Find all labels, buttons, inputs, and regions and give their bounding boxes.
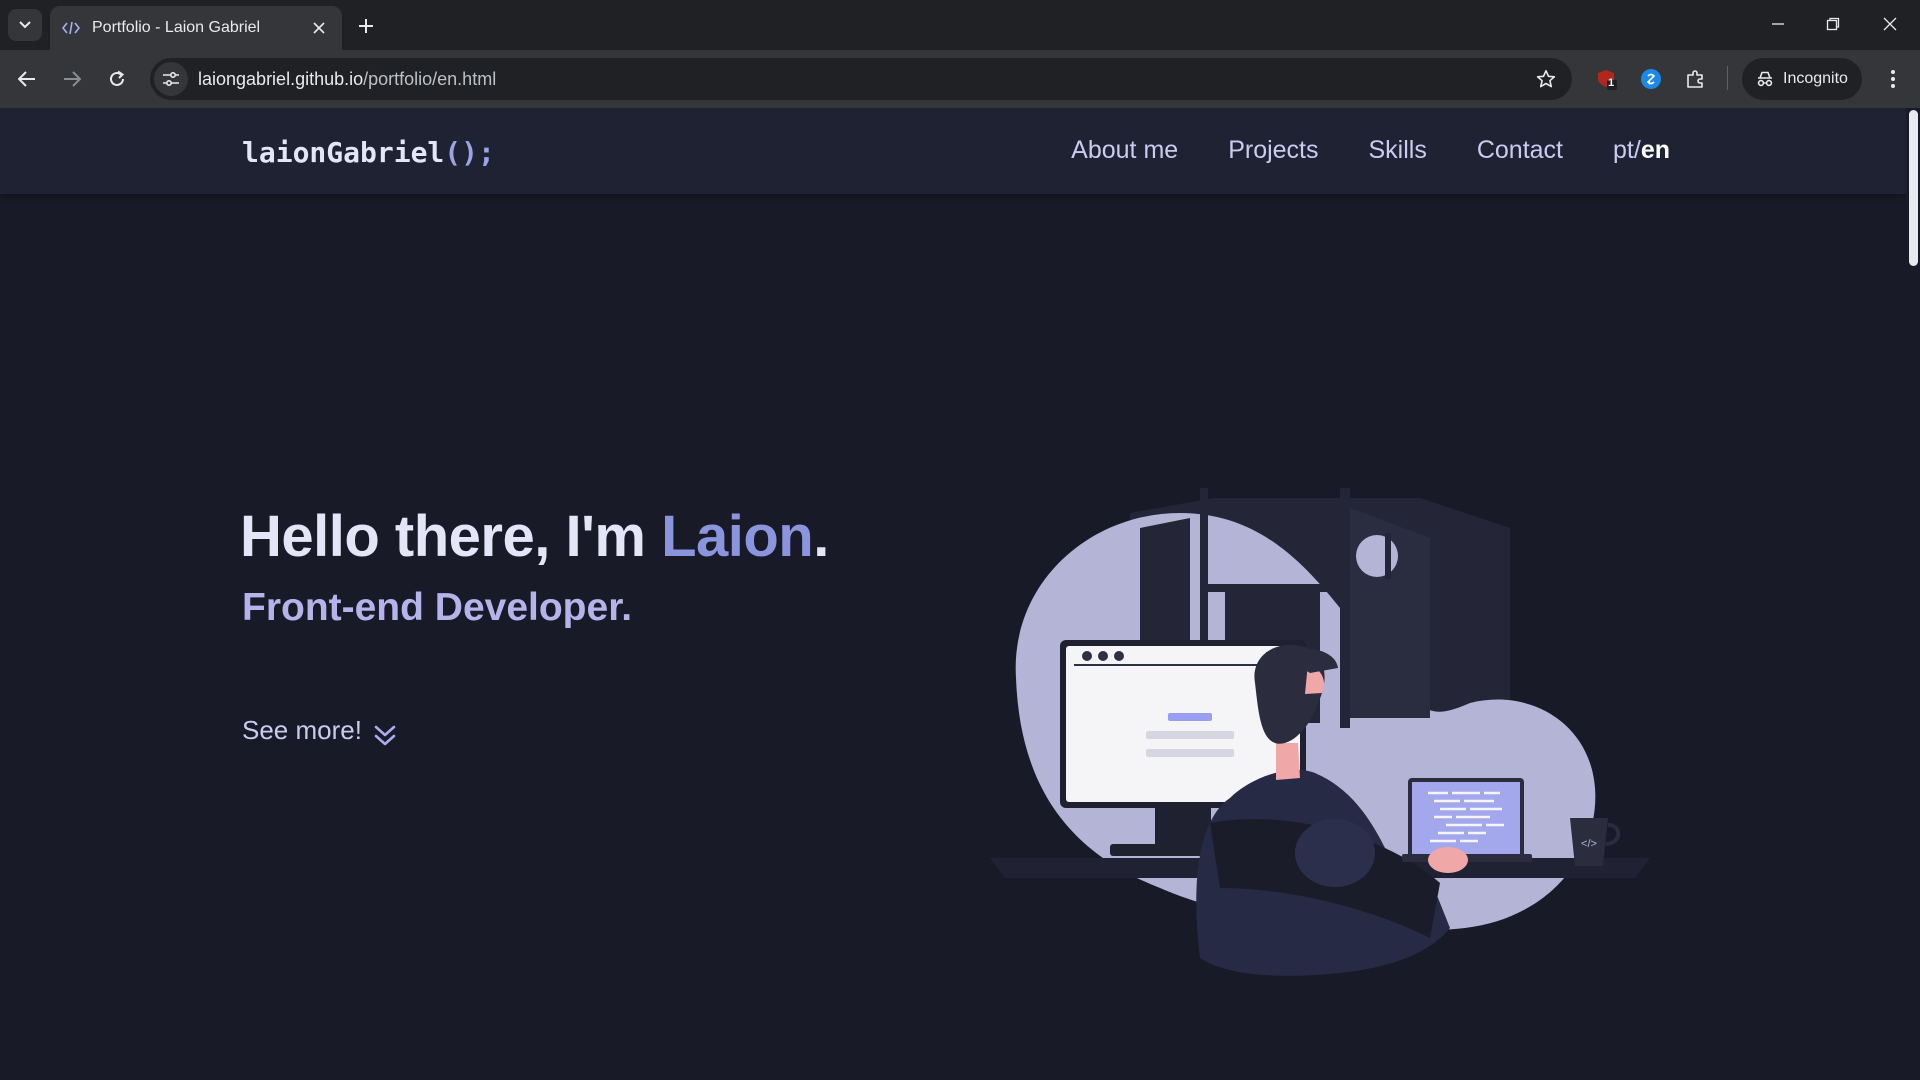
shazam-icon: [1641, 69, 1661, 89]
language-switcher: pt/en: [1613, 136, 1670, 165]
plus-icon: [359, 19, 373, 33]
mug-code-label: </>: [1581, 838, 1597, 850]
more-vert-icon: [1891, 70, 1895, 88]
incognito-indicator[interactable]: Incognito: [1742, 58, 1862, 100]
close-icon: [313, 22, 325, 34]
close-icon: [1883, 17, 1897, 31]
extension-shazam-button[interactable]: [1636, 64, 1666, 94]
page-scrollbar[interactable]: [1906, 108, 1920, 1080]
double-chevron-down-icon: [374, 725, 396, 746]
arrow-right-icon: [64, 71, 81, 87]
nav-projects[interactable]: Projects: [1228, 136, 1318, 165]
tab-title: Portfolio - Laion Gabriel: [92, 19, 261, 36]
code-icon: [62, 19, 80, 37]
tune-icon: [163, 71, 179, 87]
developer-illustration: </>: [990, 488, 1650, 976]
site-info-button[interactable]: [154, 62, 188, 96]
page-viewport: laionGabriel(); About me Projects Skills…: [0, 108, 1920, 1080]
incognito-label: Incognito: [1783, 70, 1848, 87]
url-text: laiongabriel.github.io/portfolio/en.html: [198, 69, 496, 90]
nav-contact[interactable]: Contact: [1477, 136, 1563, 165]
address-bar[interactable]: laiongabriel.github.io/portfolio/en.html: [150, 58, 1572, 100]
url-path: /portfolio/en.html: [363, 68, 497, 89]
tab-search-button[interactable]: [8, 9, 42, 41]
lang-en-current: en: [1640, 136, 1670, 164]
browser-tabstrip: Portfolio - Laion Gabriel: [0, 0, 1920, 50]
restore-button[interactable]: [1805, 6, 1861, 42]
new-tab-button[interactable]: [352, 12, 380, 40]
lang-pt-link[interactable]: pt/: [1613, 136, 1641, 164]
hero-role: Front-end Developer.: [242, 586, 633, 629]
see-more-link[interactable]: See more!: [242, 715, 396, 749]
hero-period: .: [813, 504, 829, 569]
nav-about[interactable]: About me: [1071, 136, 1178, 165]
reload-icon: [110, 70, 125, 86]
forward-button[interactable]: [56, 63, 88, 95]
shield-icon: [1598, 70, 1617, 90]
url-host: laiongabriel.github.io: [198, 68, 364, 89]
site-header: laionGabriel(); About me Projects Skills…: [0, 108, 1906, 194]
nav-skills[interactable]: Skills: [1369, 136, 1427, 165]
reload-button[interactable]: [101, 63, 133, 95]
arrow-left-icon: [18, 71, 35, 87]
toolbar-separator: [1727, 66, 1728, 90]
main-nav: About me Projects Skills Contact pt/en: [1071, 136, 1670, 165]
logo-suffix: ();: [444, 136, 495, 169]
minimize-icon: [1772, 23, 1784, 25]
browser-menu-button[interactable]: [1878, 64, 1908, 94]
minimize-button[interactable]: [1750, 6, 1806, 42]
extension-red-button[interactable]: 1: [1591, 64, 1621, 94]
chevron-down-icon: [19, 21, 31, 29]
extensions-menu-button[interactable]: [1681, 64, 1711, 94]
browser-tab-active[interactable]: Portfolio - Laion Gabriel: [50, 6, 342, 50]
close-window-button[interactable]: [1862, 6, 1918, 42]
hero-greeting: Hello there, I'm: [240, 504, 662, 569]
incognito-icon: [1757, 71, 1773, 87]
browser-toolbar: laiongabriel.github.io/portfolio/en.html…: [0, 50, 1920, 108]
scrollbar-thumb[interactable]: [1909, 110, 1918, 266]
site-logo[interactable]: laionGabriel();: [242, 136, 495, 169]
logo-name: laionGabriel: [242, 136, 445, 169]
puzzle-icon: [1687, 70, 1703, 88]
see-more-label: See more!: [242, 715, 362, 745]
star-icon: [1536, 70, 1556, 88]
hero-title: Hello there, I'm Laion.: [240, 503, 829, 570]
back-button[interactable]: [11, 63, 43, 95]
hero-name: Laion: [661, 504, 814, 569]
tab-close-button[interactable]: [308, 17, 330, 39]
extension-badge: 1: [1608, 77, 1615, 89]
bookmark-button[interactable]: [1534, 67, 1558, 91]
restore-icon: [1826, 17, 1840, 31]
